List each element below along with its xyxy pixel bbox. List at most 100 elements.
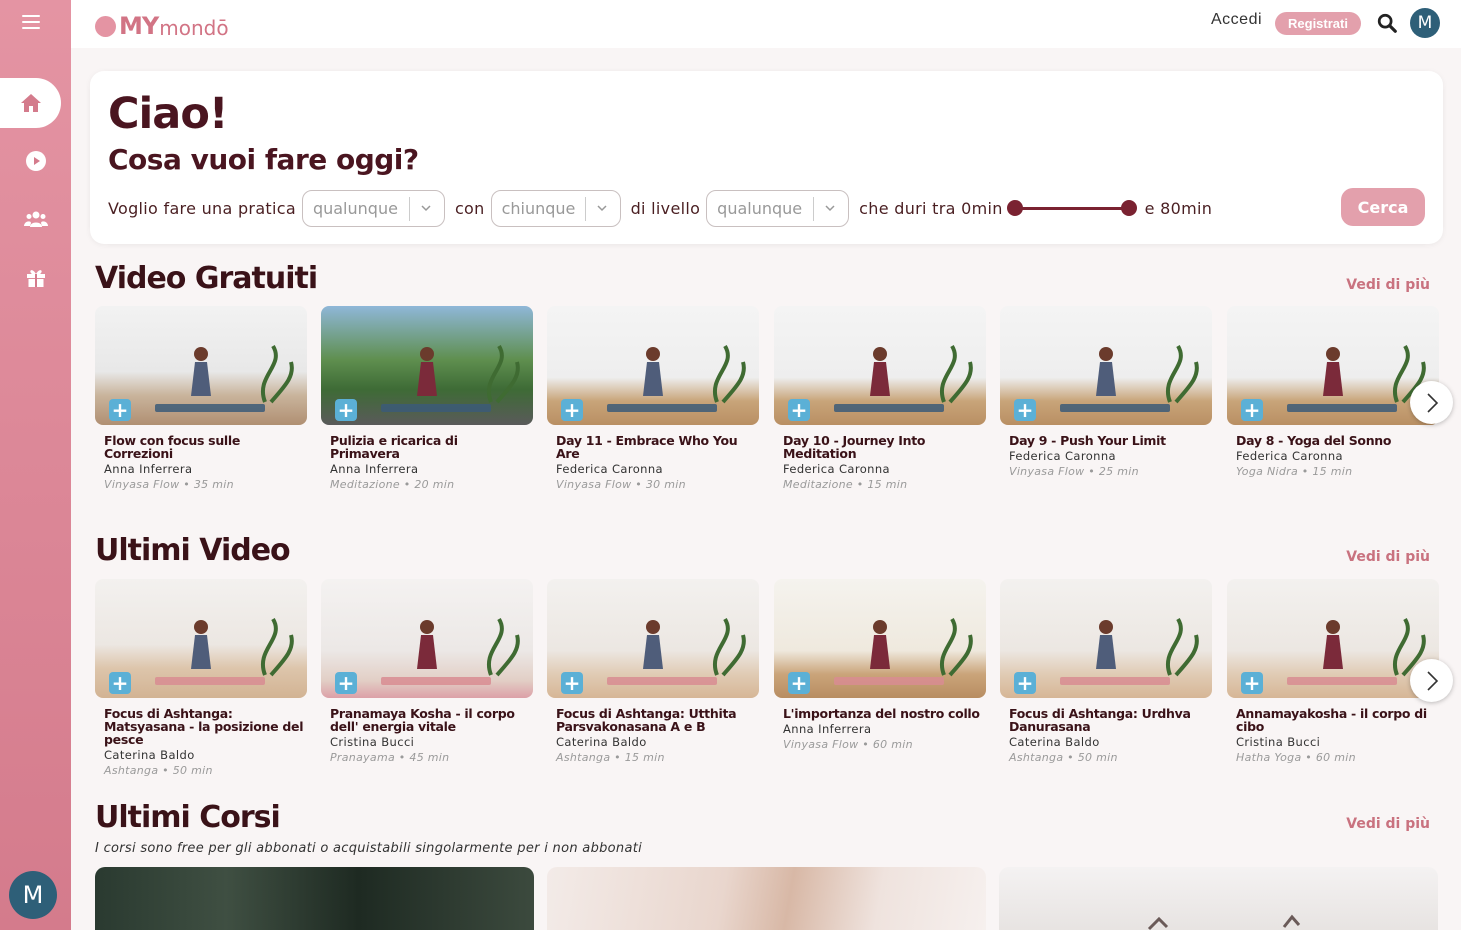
video-author: Federica Caronna	[1236, 449, 1343, 463]
video-title[interactable]: Day 11 - Embrace Who You Are	[556, 434, 756, 460]
video-card[interactable]: + Focus di Ashtanga: Urdhva Danurasana Cat…	[1000, 579, 1212, 764]
logo-mondo: mondō	[159, 16, 229, 40]
course-thumbnail	[1147, 914, 1301, 930]
video-thumbnail[interactable]: +	[1227, 579, 1439, 698]
video-title[interactable]: Day 9 - Push Your Limit	[1009, 434, 1209, 447]
video-meta: Ashtanga • 15 min	[556, 751, 665, 764]
video-title[interactable]: Focus di Ashtanga: Matsyasana - la posiz…	[104, 707, 304, 746]
sidebar-item-videos[interactable]	[0, 136, 71, 186]
carousel-next-button[interactable]	[1410, 381, 1453, 424]
video-card[interactable]: + Pranamaya Kosha - il corpo dell' energi…	[321, 579, 533, 764]
duration-slider[interactable]	[1006, 198, 1137, 218]
video-title[interactable]: Pulizia e ricarica di Primavera	[330, 434, 530, 460]
video-title[interactable]: L'importanza del nostro collo	[783, 707, 983, 720]
user-avatar[interactable]: M	[1410, 8, 1440, 38]
course-card[interactable]	[547, 867, 986, 930]
search-button[interactable]: Cerca	[1341, 188, 1425, 226]
video-thumbnail[interactable]: +	[95, 306, 307, 425]
video-card[interactable]: + Day 8 - Yoga del Sonno Federica Caronna Y…	[1227, 306, 1439, 478]
slider-max-handle[interactable]	[1120, 200, 1137, 216]
video-thumbnail[interactable]: +	[774, 306, 986, 425]
add-to-list-icon[interactable]: +	[1241, 672, 1263, 694]
video-card[interactable]: + Annamayakosha - il corpo di cibo Cristin…	[1227, 579, 1439, 764]
register-button[interactable]: Registrati	[1275, 12, 1361, 35]
video-thumbnail[interactable]: +	[774, 579, 986, 698]
video-title[interactable]: Pranamaya Kosha - il corpo dell' energia…	[330, 707, 530, 733]
add-to-list-icon[interactable]: +	[1241, 399, 1263, 421]
video-title[interactable]: Day 8 - Yoga del Sonno	[1236, 434, 1436, 447]
level-select[interactable]: qualunque	[706, 189, 850, 227]
video-author: Anna Inferrera	[330, 462, 419, 476]
teacher-value: chiunque	[501, 198, 576, 218]
menu-icon[interactable]	[22, 15, 40, 31]
add-to-list-icon[interactable]: +	[788, 672, 810, 694]
add-to-list-icon[interactable]: +	[788, 399, 810, 421]
community-icon	[23, 211, 48, 227]
video-thumbnail[interactable]: +	[547, 306, 759, 425]
video-author: Federica Caronna	[556, 462, 663, 476]
video-card[interactable]: + Focus di Ashtanga: Utthita Parsvakonasa…	[547, 579, 759, 764]
video-card[interactable]: + Focus di Ashtanga: Matsyasana - la posi…	[95, 579, 307, 777]
video-title[interactable]: Day 10 - Journey Into Meditation	[783, 434, 983, 460]
slider-min-handle[interactable]	[1006, 200, 1023, 216]
video-card[interactable]: + Day 11 - Embrace Who You Are Federica Ca…	[547, 306, 759, 491]
filter-label-duration: che duri tra 0min	[859, 198, 1003, 218]
practice-select[interactable]: qualunque	[301, 189, 445, 227]
add-to-list-icon[interactable]: +	[109, 399, 131, 421]
video-card[interactable]: + L'importanza del nostro collo Anna Infer…	[774, 579, 986, 751]
add-to-list-icon[interactable]: +	[561, 672, 583, 694]
home-icon	[20, 94, 41, 112]
teacher-select[interactable]: chiunque	[490, 189, 621, 227]
video-card[interactable]: + Pulizia e ricarica di Primavera Anna Inf…	[321, 306, 533, 491]
video-thumbnail[interactable]: +	[321, 306, 533, 425]
video-thumbnail[interactable]: +	[547, 579, 759, 698]
see-more-latest-courses[interactable]: Vedi di più	[1346, 816, 1430, 832]
filter-label-teacher: con	[454, 198, 485, 218]
video-title[interactable]: Annamayakosha - il corpo di cibo	[1236, 707, 1436, 733]
add-to-list-icon[interactable]: +	[561, 399, 583, 421]
video-author: Federica Caronna	[1009, 449, 1116, 463]
video-author: Caterina Baldo	[1009, 735, 1100, 749]
filter-label-practice: Voglio fare una pratica	[108, 198, 296, 218]
add-to-list-icon[interactable]: +	[335, 399, 357, 421]
course-card[interactable]	[999, 867, 1438, 930]
video-thumbnail[interactable]: +	[1000, 579, 1212, 698]
video-thumbnail[interactable]: +	[1000, 306, 1212, 425]
video-thumbnail[interactable]: +	[95, 579, 307, 698]
level-value: qualunque	[717, 198, 803, 218]
carousel-next-button[interactable]	[1410, 659, 1453, 702]
chevron-right-icon	[1426, 670, 1438, 691]
add-to-list-icon[interactable]: +	[1014, 672, 1036, 694]
video-title[interactable]: Flow con focus sulle Correzioni	[104, 434, 304, 460]
video-meta: Pranayama • 45 min	[330, 751, 450, 764]
sidebar-item-home[interactable]	[0, 78, 61, 128]
add-to-list-icon[interactable]: +	[1014, 399, 1036, 421]
add-to-list-icon[interactable]: +	[335, 672, 357, 694]
sidebar-item-gifts[interactable]	[0, 252, 71, 302]
video-meta: Ashtanga • 50 min	[104, 764, 213, 777]
practice-value: qualunque	[312, 198, 398, 218]
see-more-latest-videos[interactable]: Vedi di più	[1346, 549, 1430, 565]
video-meta: Meditazione • 20 min	[330, 478, 455, 491]
add-to-list-icon[interactable]: +	[109, 672, 131, 694]
sidebar-item-community[interactable]	[0, 194, 71, 244]
video-author: Cristina Bucci	[330, 735, 415, 749]
see-more-free-videos[interactable]: Vedi di più	[1346, 277, 1430, 293]
video-thumbnail[interactable]: +	[1227, 306, 1439, 425]
video-title[interactable]: Focus di Ashtanga: Urdhva Danurasana	[1009, 707, 1209, 733]
video-meta: Vinyasa Flow • 60 min	[783, 738, 913, 751]
sidebar: M	[0, 0, 71, 930]
video-card[interactable]: + Day 10 - Journey Into Meditation Federic…	[774, 306, 986, 491]
video-thumbnail[interactable]: +	[321, 579, 533, 698]
greeting: Ciao!	[108, 89, 228, 139]
avatar[interactable]: M	[9, 871, 57, 919]
logo[interactable]: MY mondō	[95, 12, 229, 40]
video-card[interactable]: + Flow con focus sulle Correzioni Anna Inf…	[95, 306, 307, 491]
login-link[interactable]: Accedi	[1211, 11, 1262, 29]
search-icon[interactable]	[1376, 12, 1398, 34]
section-title-latest-courses: Ultimi Corsi	[95, 800, 281, 835]
course-card[interactable]	[95, 867, 534, 930]
video-title[interactable]: Focus di Ashtanga: Utthita Parsvakonasan…	[556, 707, 756, 733]
page-question: Cosa vuoi fare oggi?	[108, 143, 419, 176]
video-card[interactable]: + Day 9 - Push Your Limit Federica Caronna…	[1000, 306, 1212, 478]
